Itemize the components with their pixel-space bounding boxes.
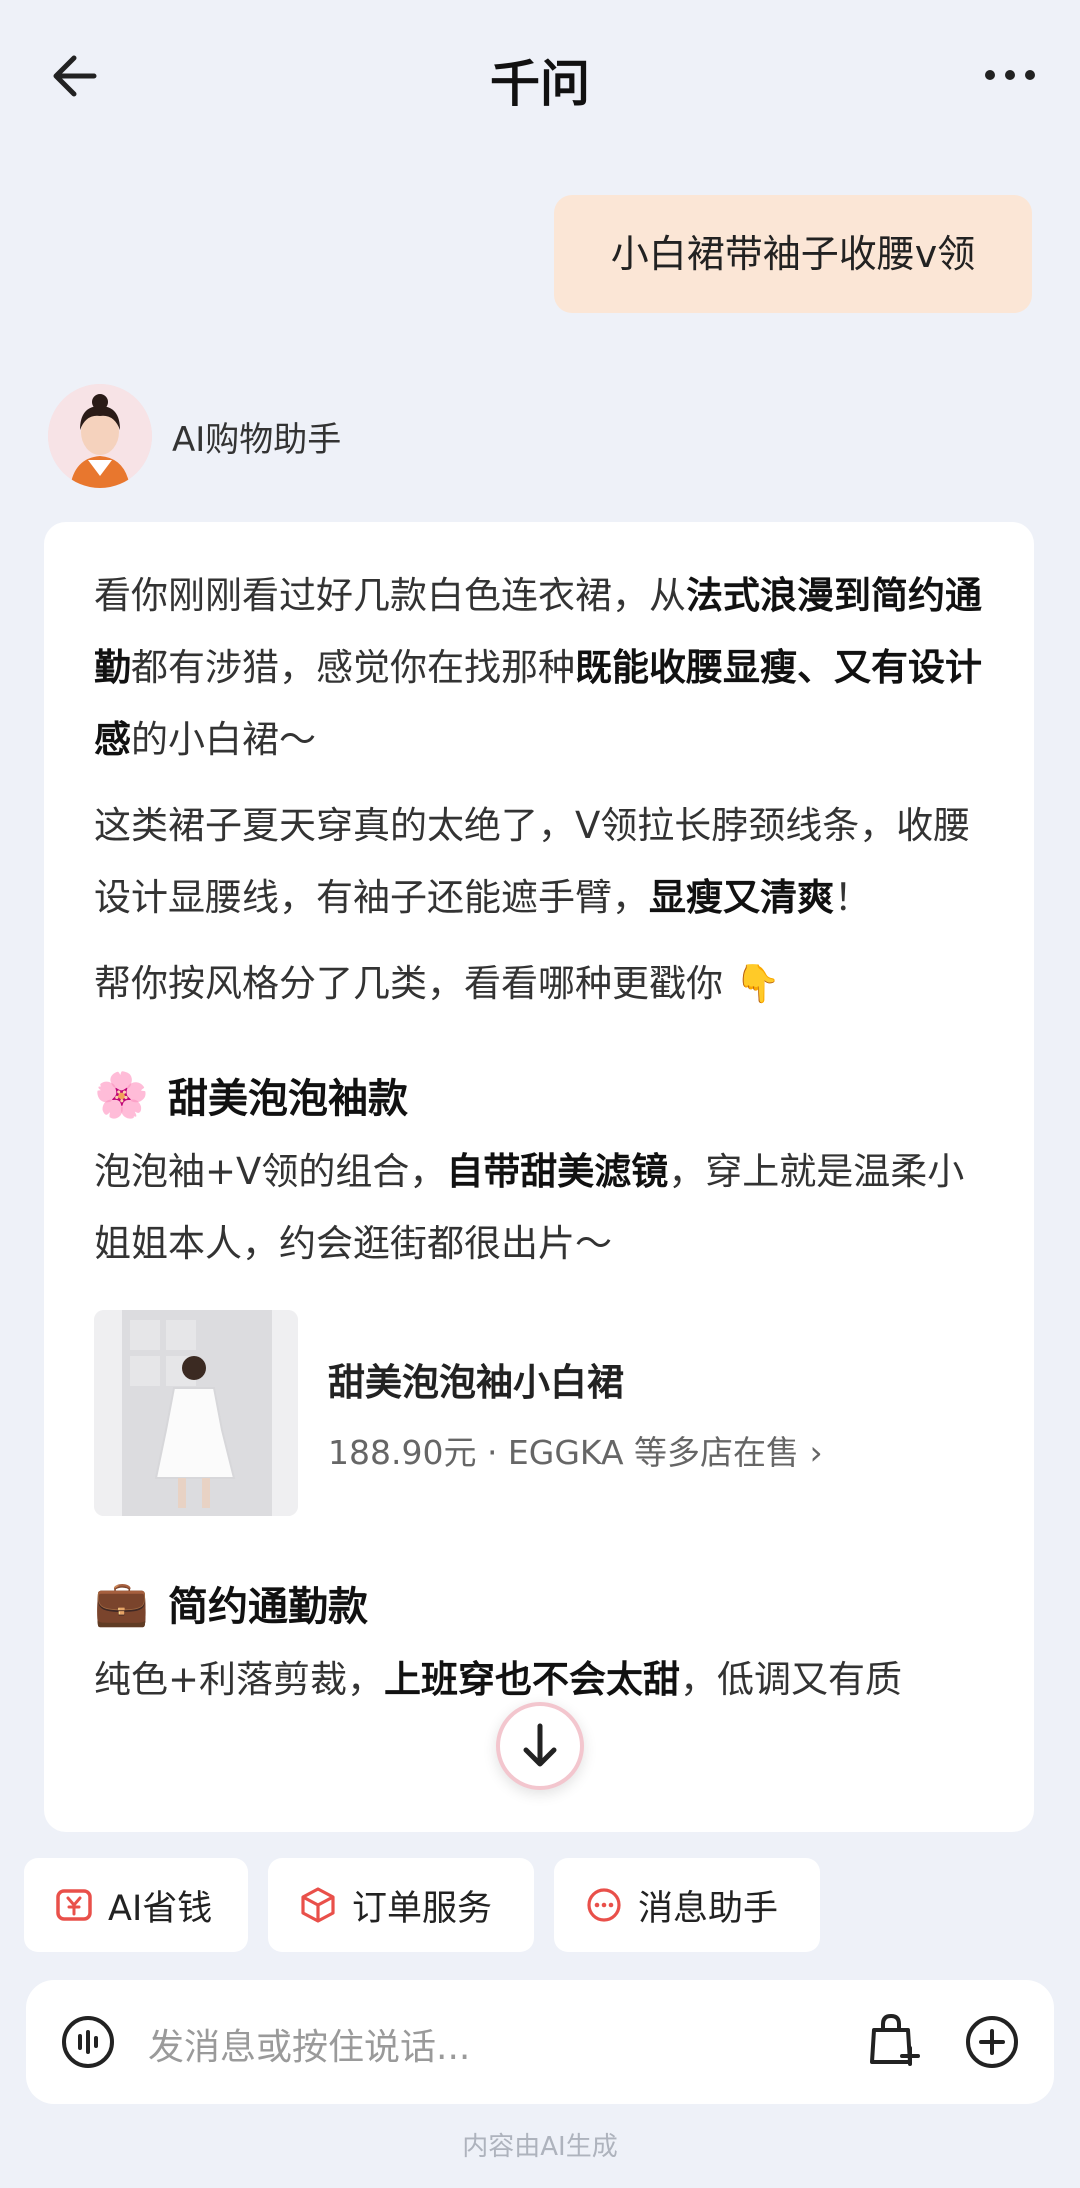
assistant-reply-card: 看你刚刚看过好几款白色连衣裙，从法式浪漫到简约通勤都有涉猎，感觉你在找那种既能收… (44, 522, 1034, 1832)
product-price-store[interactable]: 188.90元 · EGGKA 等多店在售 › (328, 1426, 823, 1474)
quick-action-orders[interactable]: 订单服务 (268, 1858, 534, 1952)
section-title-text: 简约通勤款 (168, 1584, 368, 1630)
chip-label: 订单服务 (352, 1888, 493, 1929)
chip-label: AI省钱 (108, 1888, 213, 1929)
voice-icon[interactable] (60, 2014, 116, 2070)
user-message-bubble: 小白裙带袖子收腰v领 (554, 195, 1032, 313)
chip-label: 消息助手 (638, 1888, 779, 1929)
bold-span: 显瘦又清爽 (649, 876, 834, 919)
flower-icon: 🌸 (94, 1070, 149, 1121)
pointing-down-icon: 👇 (734, 962, 781, 1005)
briefcase-icon: 💼 (94, 1578, 149, 1629)
reply-paragraph-3: 帮你按风格分了几类，看看哪种更戳你 👇 (94, 948, 984, 1020)
message-input[interactable]: 发消息或按住说话... (148, 2018, 470, 2070)
section-title-sweet: 🌸 甜美泡泡袖款 (94, 1060, 984, 1130)
section-title-text: 甜美泡泡袖款 (168, 1076, 408, 1122)
assistant-avatar (48, 384, 152, 488)
assistant-name: AI购物助手 (172, 419, 342, 460)
quick-action-messages[interactable]: 消息助手 (554, 1858, 820, 1952)
text-span: ！ (834, 876, 871, 919)
ai-disclaimer: 内容由AI生成 (462, 2132, 618, 2162)
text-span: 看你刚刚看过好几款白色连衣裙，从 (94, 574, 686, 617)
text-span: 泡泡袖+V领的组合， (94, 1150, 447, 1193)
text-span: 帮你按风格分了几类，看看哪种更戳你 (94, 962, 723, 1005)
section-title-commute: 💼 简约通勤款 (94, 1568, 984, 1638)
quick-action-ai-save[interactable]: AI省钱 (24, 1858, 248, 1952)
text-span: ，低调又有质 (680, 1658, 903, 1701)
product-card[interactable]: 甜美泡泡袖小白裙 188.90元 · EGGKA 等多店在售 › (94, 1310, 984, 1516)
bold-span: 上班穿也不会太甜 (384, 1658, 681, 1701)
product-image[interactable] (94, 1310, 298, 1516)
product-info: 甜美泡泡袖小白裙 188.90元 · EGGKA 等多店在售 › (328, 1352, 823, 1474)
text-span: 纯色+利落剪裁， (94, 1658, 385, 1701)
page-title: 千问 (490, 55, 590, 113)
add-icon[interactable] (964, 2014, 1020, 2070)
shopping-bag-add-icon[interactable] (864, 2010, 924, 2070)
assistant-header: AI购物助手 (48, 384, 342, 488)
product-name[interactable]: 甜美泡泡袖小白裙 (328, 1352, 823, 1406)
section-description-sweet: 泡泡袖+V领的组合，自带甜美滤镜，穿上就是温柔小姐姐本人，约会逛街都很出片～ (94, 1136, 984, 1280)
message-input-bar: 发消息或按住说话... (26, 1980, 1054, 2104)
text-span: 的小白裙～ (131, 718, 316, 761)
bold-span: 自带甜美滤镜 (446, 1150, 669, 1193)
header: 千问 (0, 0, 1080, 150)
scroll-to-bottom-button[interactable] (496, 1702, 584, 1790)
arrow-down-icon (523, 1723, 557, 1767)
quick-actions-bar: AI省钱 订单服务 消息助手 (24, 1858, 820, 1952)
money-icon (56, 1889, 92, 1921)
reply-paragraph-2: 这类裙子夏天穿真的太绝了，V领拉长脖颈线条，收腰设计显腰线，有袖子还能遮手臂，显… (94, 790, 984, 934)
text-span: 都有涉猎，感觉你在找那种 (131, 646, 575, 689)
box-icon (301, 1887, 335, 1923)
reply-paragraph-1: 看你刚刚看过好几款白色连衣裙，从法式浪漫到简约通勤都有涉猎，感觉你在找那种既能收… (94, 560, 984, 776)
more-icon[interactable] (980, 60, 1040, 90)
chat-icon (587, 1888, 621, 1922)
